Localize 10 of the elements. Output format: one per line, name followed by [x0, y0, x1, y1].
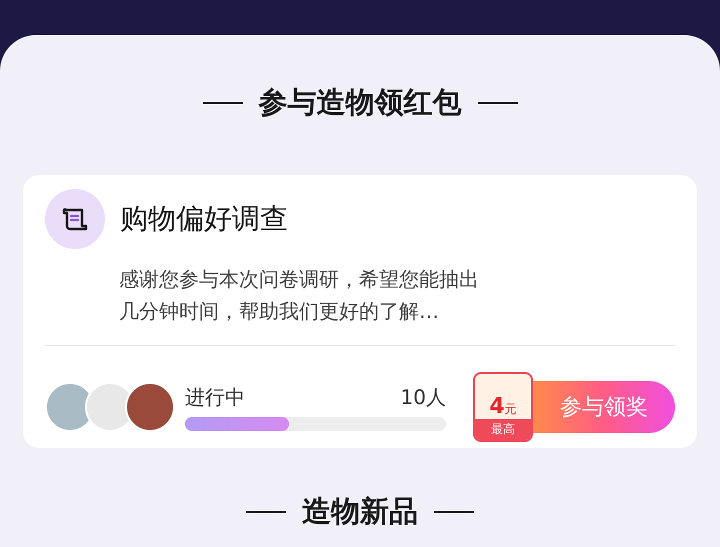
section-title: 参与造物领红包 [258, 84, 462, 121]
survey-description: 感谢您参与本次问卷调研，希望您能抽出几分钟时间，帮助我们更好的了解… [119, 266, 480, 325]
participant-count: 10人 [400, 384, 446, 410]
survey-title: 购物偏好调查 [120, 201, 288, 237]
reward-unit: 元 [504, 400, 517, 418]
status-label: 进行中 [185, 384, 245, 410]
reward-caption: 最高 [475, 419, 531, 440]
claim-reward-button[interactable]: 参与领奖 [533, 381, 675, 433]
section-title: 造物新品 [302, 493, 418, 530]
reward-amount: 4 [489, 394, 505, 419]
